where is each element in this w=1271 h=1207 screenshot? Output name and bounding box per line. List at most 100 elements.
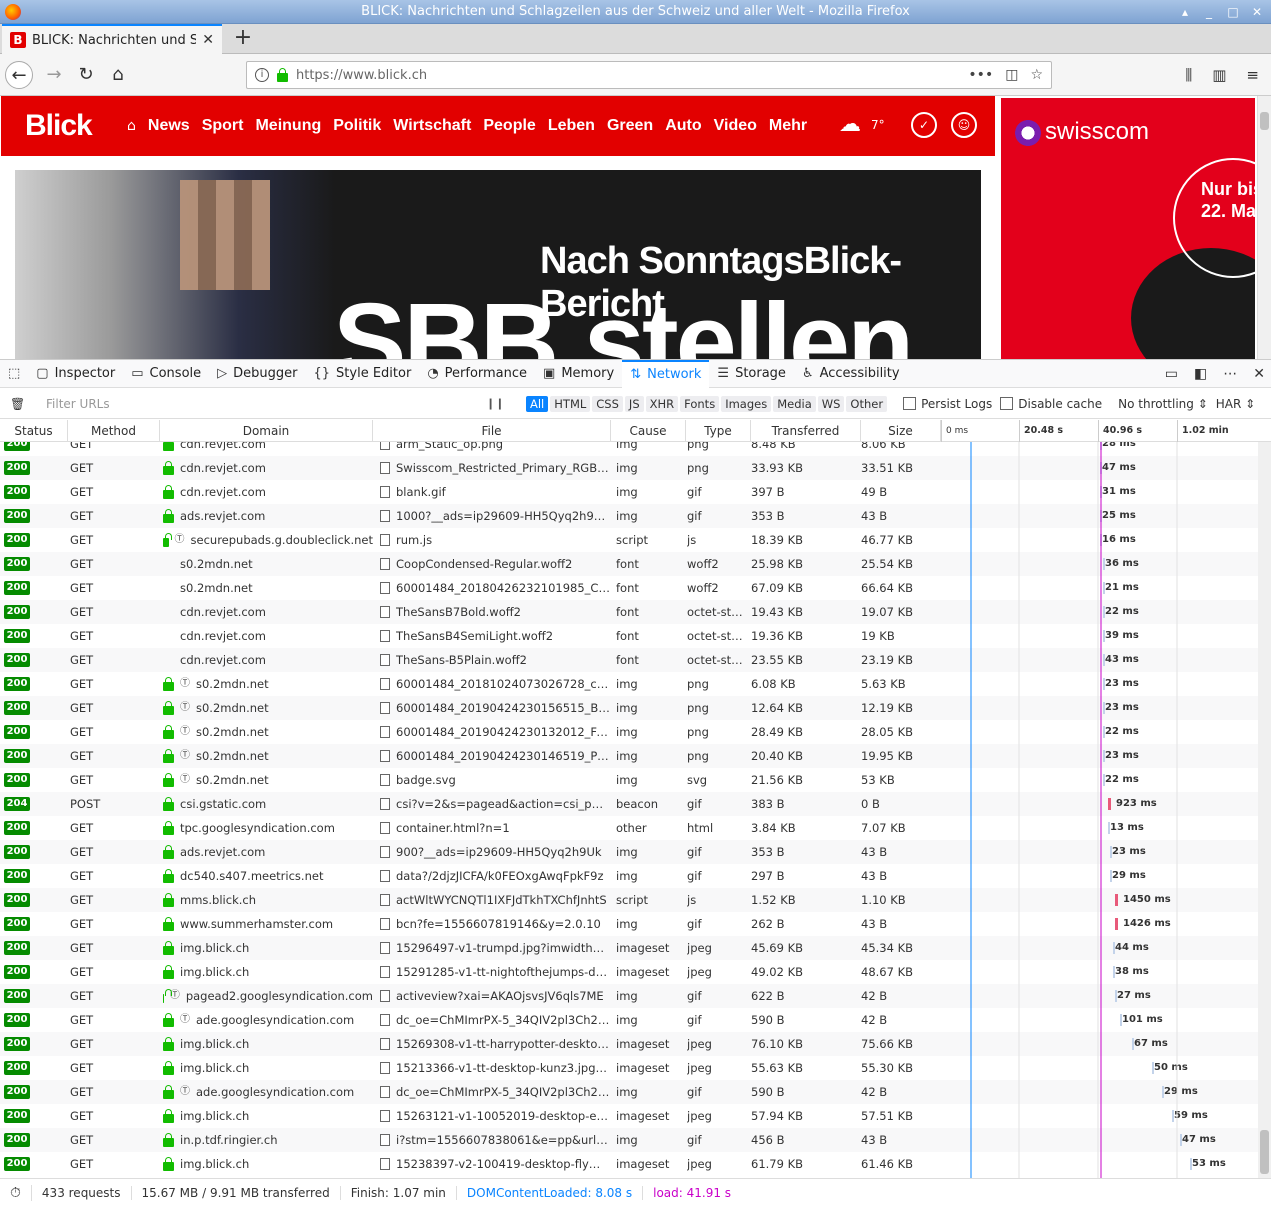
shield-icon[interactable]: ✓ — [911, 112, 937, 138]
requests-scrollbar-thumb[interactable] — [1260, 1130, 1269, 1174]
table-row[interactable]: 200 GET img.blick.ch 15269308-v1-tt-harrypo… — [0, 1032, 1258, 1056]
table-row[interactable]: 200 GET cdn.revjet.com arm_Static_op.png img… — [0, 442, 1258, 456]
col-method[interactable]: Method — [68, 420, 160, 442]
har-menu[interactable]: HAR ⇕ — [1216, 397, 1255, 411]
hamburger-menu-icon[interactable]: ≡ — [1246, 66, 1259, 84]
filter-media[interactable]: Media — [773, 395, 816, 412]
table-row[interactable]: 200 GET cdn.revjet.com TheSansB7Bold.woff2 f… — [0, 600, 1258, 624]
requests-list[interactable]: 200 GET cdn.revjet.com arm_Static_op.png img… — [0, 442, 1271, 1178]
table-row[interactable]: 200 GET Ⓣs0.2mdn.net 60001484_2019042423015… — [0, 696, 1258, 720]
nav-meinung[interactable]: Meinung — [255, 117, 321, 135]
window-minimize-icon[interactable]: _ — [1201, 0, 1217, 24]
table-row[interactable]: 200 GET Ⓣs0.2mdn.net 60001484_2019042423014… — [0, 744, 1258, 768]
page-scrollbar-thumb[interactable] — [1260, 112, 1269, 130]
table-row[interactable]: 200 GET mms.blick.ch actWltWYCNQTl1IXFJdTkh… — [0, 888, 1258, 912]
tab-close-icon[interactable]: ✕ — [202, 32, 214, 48]
window-maximize-icon[interactable]: □ — [1225, 0, 1241, 24]
persist-logs-checkbox[interactable]: Persist Logs — [903, 397, 992, 411]
site-info-icon[interactable]: i — [255, 68, 269, 82]
filter-other[interactable]: Other — [846, 395, 888, 412]
pause-icon[interactable]: ❙❙ — [486, 397, 526, 410]
tab-inspector[interactable]: ▢ Inspector — [28, 360, 123, 388]
browser-tab[interactable]: B BLICK: Nachrichten und Schlagzeilen au… — [2, 24, 222, 54]
table-row[interactable]: 200 GET Ⓣsecurepubads.g.doubleclick.net rum… — [0, 528, 1258, 552]
tab-storage[interactable]: ☰ Storage — [709, 360, 794, 388]
nav-wirtschaft[interactable]: Wirtschaft — [393, 117, 471, 135]
weather-widget[interactable]: ☁ 7° — [839, 112, 885, 137]
table-row[interactable]: 200 GET ads.revjet.com 900?__ads=ip29609-HH… — [0, 840, 1258, 864]
responsive-design-icon[interactable]: ▭ — [1165, 366, 1178, 382]
col-cause[interactable]: Cause — [611, 420, 686, 442]
tab-debugger[interactable]: ▷ Debugger — [209, 360, 305, 388]
back-button[interactable]: ← — [5, 61, 33, 89]
filter-images[interactable]: Images — [721, 395, 772, 412]
col-type[interactable]: Type — [686, 420, 751, 442]
table-row[interactable]: 200 GET s0.2mdn.net 60001484_20180426232101… — [0, 576, 1258, 600]
bookmark-star-icon[interactable]: ☆ — [1030, 67, 1043, 83]
table-row[interactable]: 200 GET cdn.revjet.com blank.gif img gif 397 B… — [0, 480, 1258, 504]
table-row[interactable]: 200 GET cdn.revjet.com Swisscom_Restricted_… — [0, 456, 1258, 480]
tab-memory[interactable]: ▣ Memory — [535, 360, 622, 388]
user-account-icon[interactable]: ☺ — [951, 112, 977, 138]
home-icon[interactable]: ⌂ — [127, 118, 136, 134]
col-domain[interactable]: Domain — [160, 420, 373, 442]
tab-console[interactable]: ▭ Console — [123, 360, 209, 388]
table-row[interactable]: 200 GET Ⓣade.googlesyndication.com dc_oe=Ch… — [0, 1008, 1258, 1032]
tab-network[interactable]: ⇅ Network — [622, 359, 710, 388]
tab-performance[interactable]: ◔ Performance — [419, 360, 535, 388]
filter-js[interactable]: JS — [624, 395, 644, 412]
page-scrollbar[interactable] — [1257, 96, 1271, 359]
table-row[interactable]: 200 GET img.blick.ch 15213366-v1-tt-desktop… — [0, 1056, 1258, 1080]
nav-news[interactable]: News — [148, 117, 190, 135]
filter-css[interactable]: CSS — [592, 395, 623, 412]
disable-cache-checkbox[interactable]: Disable cache — [1000, 397, 1102, 411]
url-text[interactable]: https://www.blick.ch — [296, 68, 960, 83]
sidebar-icon[interactable]: ▥ — [1212, 66, 1226, 84]
table-row[interactable]: 200 GET ads.revjet.com 1000?__ads=ip29609-H… — [0, 504, 1258, 528]
table-row[interactable]: 200 GET in.p.tdf.ringier.ch i?stm=155660783… — [0, 1128, 1258, 1152]
table-row[interactable]: 200 GET s0.2mdn.net CoopCondensed-Regular.w… — [0, 552, 1258, 576]
table-row[interactable]: 200 GET Ⓣpagead2.googlesyndication.com acti… — [0, 984, 1258, 1008]
forward-button[interactable]: → — [40, 61, 68, 89]
table-row[interactable]: 204 POST csi.gstatic.com csi?v=2&s=pagead&a… — [0, 792, 1258, 816]
library-icon[interactable]: ⫼ — [1185, 66, 1192, 84]
col-file[interactable]: File — [373, 420, 611, 442]
page-actions-icon[interactable]: ••• — [968, 67, 993, 83]
filter-ws[interactable]: WS — [817, 395, 845, 412]
nav-auto[interactable]: Auto — [665, 117, 701, 135]
dock-options-icon[interactable]: ◧ — [1194, 366, 1207, 382]
nav-mehr[interactable]: Mehr — [769, 117, 807, 135]
window-close-icon[interactable]: ✕ — [1249, 0, 1265, 24]
table-row[interactable]: 200 GET Ⓣs0.2mdn.net 60001484_2018102407302… — [0, 672, 1258, 696]
nav-sport[interactable]: Sport — [202, 117, 244, 135]
col-size[interactable]: Size — [861, 420, 941, 442]
persist-logs-box[interactable] — [903, 397, 917, 410]
filter-html[interactable]: HTML — [550, 395, 591, 412]
new-tab-button[interactable]: + — [230, 26, 256, 52]
filter-fonts[interactable]: Fonts — [680, 395, 720, 412]
tab-accessibility[interactable]: ♿ Accessibility — [794, 360, 908, 388]
table-row[interactable]: 200 GET Ⓣs0.2mdn.net 60001484_2019042423013… — [0, 720, 1258, 744]
nav-green[interactable]: Green — [607, 117, 653, 135]
hero-teaser[interactable]: Nach SonntagsBlick-Bericht SBB stellen — [15, 170, 981, 359]
table-row[interactable]: 200 GET img.blick.ch 15238397-v2-100419-des… — [0, 1152, 1258, 1176]
element-picker-button[interactable]: ⬚ — [0, 360, 28, 388]
table-row[interactable]: 200 GET cdn.revjet.com TheSansB4SemiLight.w… — [0, 624, 1258, 648]
tab-style-editor[interactable]: {} Style Editor — [306, 360, 420, 388]
requests-scrollbar[interactable] — [1258, 442, 1271, 1178]
nav-politik[interactable]: Politik — [333, 117, 381, 135]
swisscom-ad[interactable]: swisscom Nur bis 22. Mai — [1001, 98, 1255, 359]
stopwatch-icon[interactable]: ⏱ — [0, 1185, 32, 1201]
pocket-icon[interactable]: ◫ — [1005, 67, 1018, 83]
table-row[interactable]: 200 GET cdn.revjet.com TheSans-B5Plain.woff… — [0, 648, 1258, 672]
filter-all[interactable]: All — [526, 395, 549, 412]
nav-video[interactable]: Video — [714, 117, 757, 135]
nav-leben[interactable]: Leben — [548, 117, 595, 135]
table-row[interactable]: 200 GET dc540.s407.meetrics.net data?/2djzJ… — [0, 864, 1258, 888]
blick-logo[interactable]: Blick — [25, 109, 121, 143]
disable-cache-box[interactable] — [1000, 397, 1014, 410]
window-shade-icon[interactable]: ▴ — [1177, 0, 1193, 24]
url-bar[interactable]: i https://www.blick.ch ••• ◫ ☆ — [246, 61, 1052, 89]
clear-trash-icon[interactable]: 🗑 — [10, 397, 32, 411]
table-row[interactable]: 200 GET tpc.googlesyndication.com container… — [0, 816, 1258, 840]
